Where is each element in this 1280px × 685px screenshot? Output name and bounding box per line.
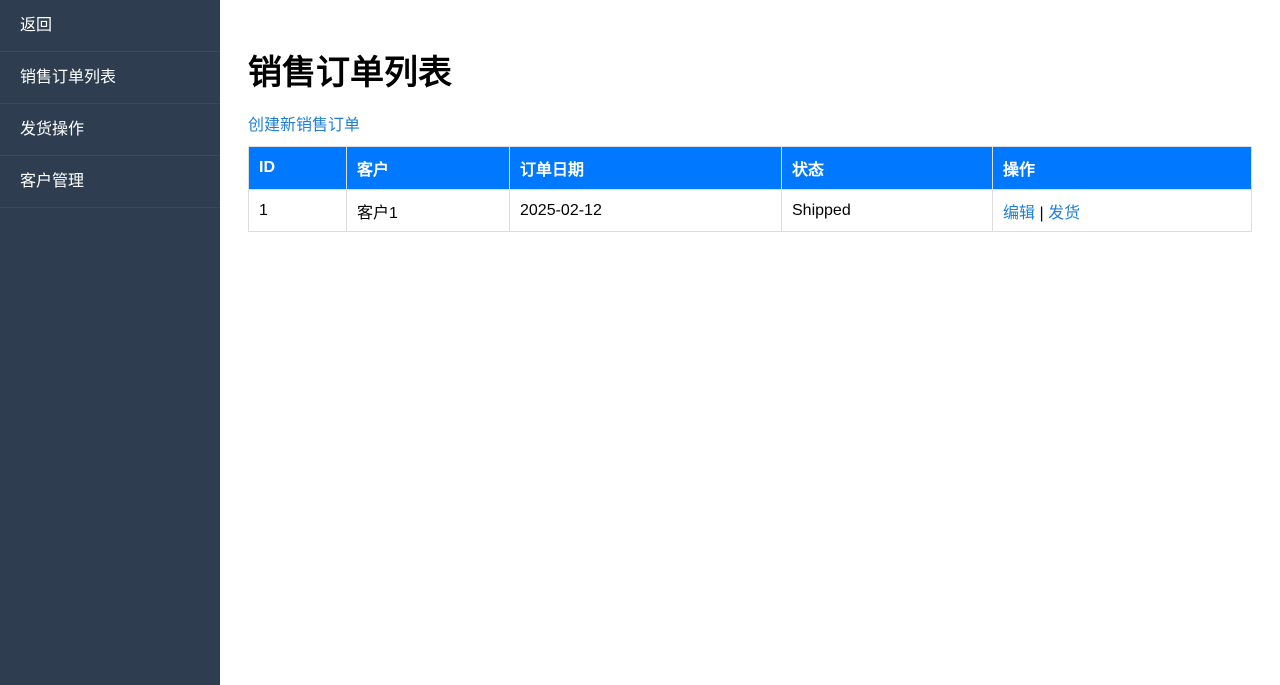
column-header-actions: 操作 [992, 146, 1252, 190]
edit-link[interactable]: 编辑 [1003, 205, 1035, 222]
table-header-row: ID 客户 订单日期 状态 操作 [248, 146, 1252, 190]
ship-link[interactable]: 发货 [1048, 205, 1080, 222]
column-header-customer: 客户 [346, 146, 510, 190]
sidebar-item-shipping[interactable]: 发货操作 [0, 104, 220, 156]
create-order-link[interactable]: 创建新销售订单 [248, 116, 360, 136]
app-layout: 返回 销售订单列表 发货操作 客户管理 销售订单列表 创建新销售订单 ID 客户… [0, 0, 1280, 685]
column-header-id: ID [248, 146, 347, 190]
column-header-status: 状态 [781, 146, 993, 190]
sidebar-item-customers[interactable]: 客户管理 [0, 156, 220, 208]
cell-actions: 编辑 | 发货 [992, 189, 1252, 232]
column-header-date: 订单日期 [509, 146, 782, 190]
table-row: 1 客户1 2025-02-12 Shipped 编辑 | 发货 [248, 189, 1252, 232]
action-separator: | [1039, 204, 1044, 222]
cell-customer: 客户1 [346, 189, 510, 232]
main-content: 销售订单列表 创建新销售订单 ID 客户 订单日期 状态 操作 1 客户1 20… [220, 0, 1280, 685]
sidebar-item-back[interactable]: 返回 [0, 0, 220, 52]
cell-date: 2025-02-12 [509, 189, 782, 232]
sidebar: 返回 销售订单列表 发货操作 客户管理 [0, 0, 220, 685]
cell-status: Shipped [781, 189, 993, 232]
sidebar-item-sales-orders[interactable]: 销售订单列表 [0, 52, 220, 104]
orders-table: ID 客户 订单日期 状态 操作 1 客户1 2025-02-12 Shippe… [248, 146, 1252, 232]
cell-id: 1 [248, 189, 347, 232]
page-title: 销售订单列表 [248, 54, 452, 92]
